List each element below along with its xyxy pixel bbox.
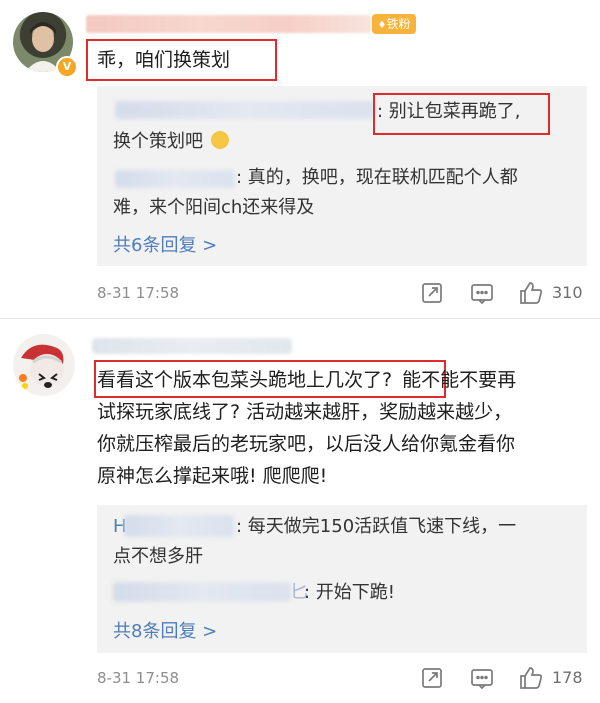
reply-text: : 开始下跪! [304, 582, 396, 603]
reply-text: : 真的，换吧，现在联机匹配个人都 [236, 167, 518, 188]
comment-text: 看看这个版本包菜头跪地上几次了? 能不能不要再 [97, 369, 517, 391]
more-replies-link[interactable]: 共6条回复 > [113, 231, 217, 257]
reply-text-line2: 点不想多肝 [113, 546, 203, 567]
reply-text: : 别让包菜再跪了, [377, 101, 521, 122]
reply-text-line2: 难，来个阳间ch还来得及 [113, 197, 315, 218]
reply-user-blurred[interactable] [113, 582, 291, 602]
share-icon[interactable] [420, 281, 444, 305]
comment-icon[interactable] [470, 666, 494, 690]
share-icon[interactable] [420, 666, 444, 690]
reply-user-blurred[interactable] [115, 101, 375, 119]
like-button[interactable]: 310 [518, 280, 583, 306]
emoji-icon [210, 131, 229, 149]
avatar-image [19, 344, 64, 389]
fan-badge: ♦铁粉 [372, 14, 416, 34]
reply-user-blurred[interactable] [115, 170, 235, 188]
like-count: 310 [552, 283, 583, 302]
comment-time: 8-31 17:58 [97, 669, 180, 687]
comment-text-line: 原神怎么撑起来哦! 爬爬爬! [97, 465, 328, 487]
avatar[interactable] [13, 334, 75, 396]
username-blurred[interactable] [92, 338, 292, 354]
comment-text-line: 你就压榨最后的老玩家吧，以后没人给你氪金看你 [97, 433, 516, 455]
reply-text-line2: 换个策划吧 [113, 127, 229, 157]
username-blurred[interactable] [86, 15, 371, 33]
verified-badge-icon: V [56, 56, 78, 78]
like-button[interactable]: 178 [518, 665, 583, 691]
divider [0, 318, 600, 319]
comment-icon[interactable] [470, 281, 494, 305]
comment-text: 乖，咱们换策划 [97, 49, 231, 71]
like-icon [520, 282, 543, 304]
like-icon [520, 667, 543, 689]
more-replies-link[interactable]: 共8条回复 > [113, 617, 217, 643]
reply-user-blurred[interactable] [124, 515, 234, 537]
comment-time: 8-31 17:58 [97, 284, 180, 302]
like-count: 178 [552, 668, 583, 687]
comment-text-line: 试探玩家底线了? 活动越来越肝，奖励越来越少， [97, 401, 513, 423]
reply-text: : 每天做完150活跃值飞速下线，一 [236, 516, 517, 537]
